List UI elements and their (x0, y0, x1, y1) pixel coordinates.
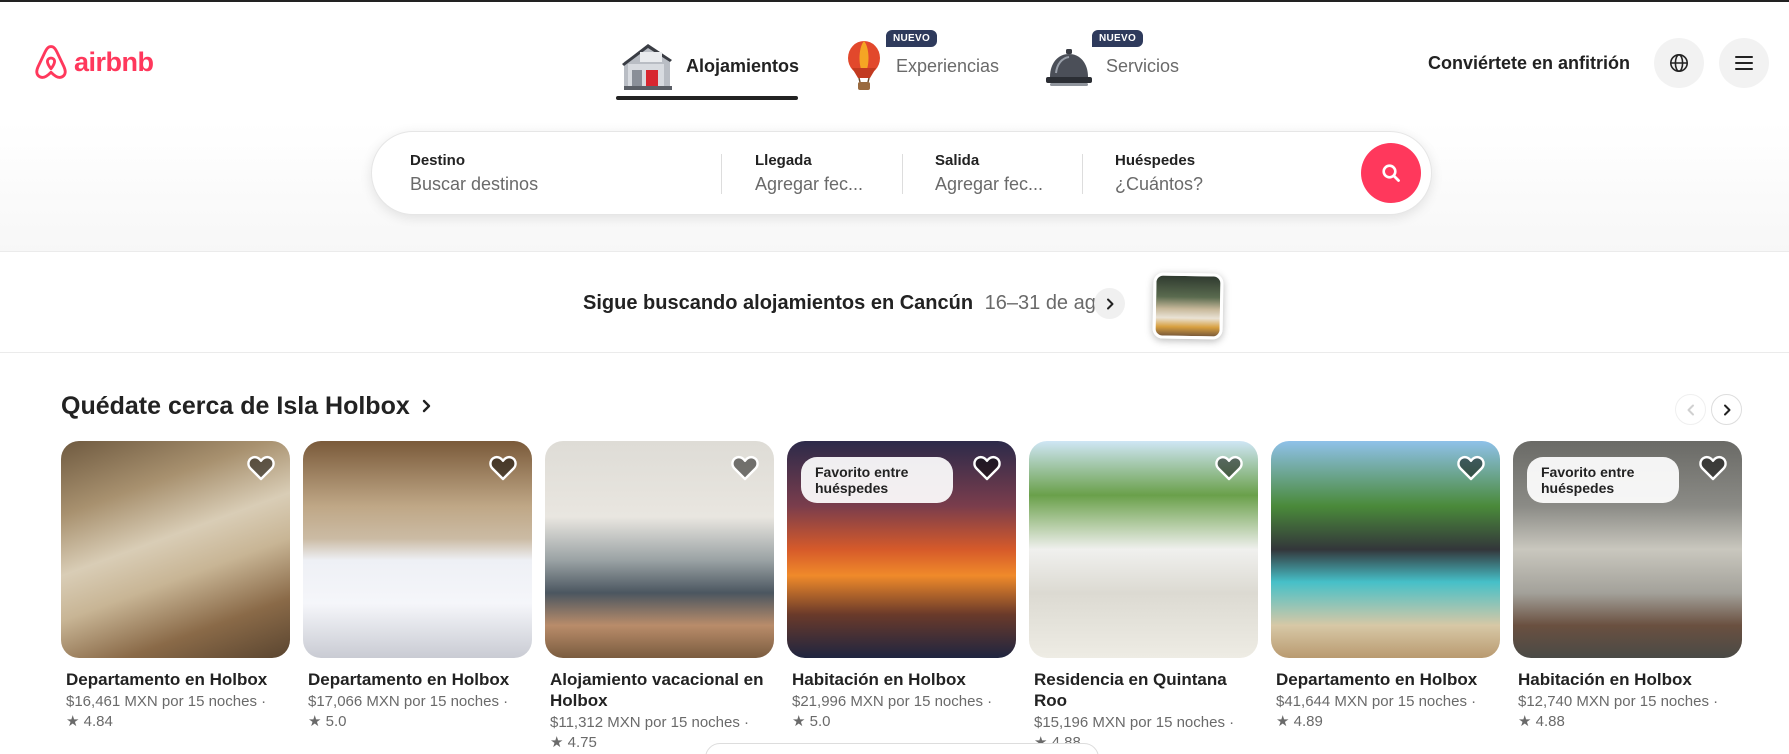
new-badge: NUEVO (884, 28, 940, 49)
tab-experiencias[interactable]: Experiencias NUEVO (844, 28, 1000, 96)
divider (1082, 154, 1083, 194)
chevron-right-icon (1106, 298, 1113, 309)
listing-photo[interactable] (61, 441, 290, 658)
heart-icon[interactable] (1698, 454, 1728, 482)
listing-rating: ★ 5.0 (792, 713, 831, 730)
listing-title: Departamento en Holbox (1276, 670, 1478, 689)
listing-photo[interactable] (1029, 441, 1258, 658)
checkout-input[interactable]: Agregar fec... (935, 174, 1043, 195)
heart-icon[interactable] (1214, 454, 1244, 482)
heart-icon[interactable] (730, 454, 760, 482)
continue-searching-title: Sigue buscando alojamientos en Cancún (583, 292, 974, 314)
listing-price: $17,066 MXN por 15 noches · (308, 693, 509, 710)
tab-servicios[interactable]: Servicios NUEVO (1044, 28, 1180, 96)
chevron-left-icon (1687, 404, 1694, 415)
tab-servicios-label: Servicios (1106, 55, 1180, 76)
continue-searching-dates: 16–31 de ago (984, 292, 1107, 314)
listing-title: Habitación en Holbox (1518, 670, 1692, 689)
checkout-field[interactable]: Salida Agregar fec... (935, 152, 1043, 195)
menu-icon (1735, 56, 1753, 70)
globe-icon (1670, 54, 1688, 72)
guests-label: Huéspedes (1115, 152, 1196, 169)
active-tab-indicator (616, 96, 798, 100)
listing-title: Departamento en Holbox (66, 670, 268, 689)
listing-price: $12,740 MXN por 15 noches · (1518, 693, 1719, 710)
listing-card[interactable]: Alojamiento vacacional en Holbox $11,312… (545, 441, 774, 753)
search-button[interactable] (1361, 143, 1421, 203)
destination-field[interactable]: Destino Buscar destinos (410, 152, 538, 195)
listing-photo[interactable] (303, 441, 532, 658)
search-icon (1382, 164, 1400, 182)
guest-favorite-badge: Favorito entre huéspedes (801, 457, 953, 503)
section-title-link[interactable]: Quédate cerca de Isla Holbox (61, 392, 433, 421)
hot-air-balloon-icon (848, 41, 880, 90)
recent-search-thumbnail[interactable] (1152, 272, 1224, 340)
floating-bottom-pill[interactable] (705, 743, 1099, 754)
header: airbnb Alojamientos Experiencias NUEVO S… (0, 2, 1789, 252)
divider (721, 154, 722, 194)
listing-card[interactable]: Departamento en Holbox $17,066 MXN por 1… (303, 441, 532, 732)
service-bell-icon (1046, 49, 1092, 86)
listing-card[interactable]: Residencia en Quintana Roo $15,196 MXN p… (1029, 441, 1258, 753)
airbnb-logo[interactable]: airbnb (32, 42, 154, 82)
continue-searching-text: Sigue buscando alojamientos en Cancún 16… (583, 292, 1107, 315)
checkout-label: Salida (935, 152, 980, 169)
heart-icon[interactable] (488, 454, 518, 482)
divider (902, 154, 903, 194)
listing-rating: ★ 5.0 (308, 713, 347, 730)
menu-button[interactable] (1719, 38, 1769, 88)
heart-icon[interactable] (972, 454, 1002, 482)
continue-searching-arrow-button[interactable] (1094, 288, 1125, 319)
continue-searching-banner[interactable]: Sigue buscando alojamientos en Cancún 16… (0, 253, 1789, 353)
listing-card[interactable]: Departamento en Holbox $16,461 MXN por 1… (61, 441, 290, 732)
listing-title: Habitación en Holbox (792, 670, 966, 689)
airbnb-logo-icon (35, 45, 67, 79)
guests-input[interactable]: ¿Cuántos? (1115, 174, 1203, 195)
listing-card[interactable]: Favorito entre huéspedes Habitación en H… (1513, 441, 1742, 732)
house-icon (622, 44, 672, 90)
listing-card[interactable]: Departamento en Holbox $41,644 MXN por 1… (1271, 441, 1500, 732)
destination-input[interactable]: Buscar destinos (410, 174, 538, 195)
listing-rating: ★ 4.88 (1518, 713, 1565, 730)
search-bar: Destino Buscar destinos Llegada Agregar … (371, 131, 1432, 215)
listing-title: Alojamiento vacacional en Holbox (550, 670, 764, 710)
listing-title: Residencia en Quintana Roo (1034, 670, 1227, 710)
checkin-label: Llegada (755, 152, 812, 169)
listing-photo[interactable] (1271, 441, 1500, 658)
listing-price: $11,312 MXN por 15 noches · (550, 714, 750, 731)
tab-alojamientos[interactable]: Alojamientos (618, 36, 799, 96)
listing-photo[interactable]: Favorito entre huéspedes (1513, 441, 1742, 658)
language-button[interactable] (1654, 38, 1704, 88)
new-badge: NUEVO (1090, 28, 1146, 49)
destination-label: Destino (410, 152, 466, 169)
listing-rating: ★ 4.84 (66, 713, 113, 730)
chevron-right-icon (1723, 404, 1730, 415)
listing-rating: ★ 4.89 (1276, 713, 1323, 730)
listing-price: $16,461 MXN por 15 noches · (66, 693, 267, 710)
listing-card[interactable]: Favorito entre huéspedes Habitación en H… (787, 441, 1016, 732)
brand-name: airbnb (74, 46, 154, 77)
guests-field[interactable]: Huéspedes ¿Cuántos? (1115, 152, 1203, 195)
guest-favorite-badge: Favorito entre huéspedes (1527, 457, 1679, 503)
listing-photo[interactable] (545, 441, 774, 658)
listing-title: Departamento en Holbox (308, 670, 510, 689)
listing-price: $41,644 MXN por 15 noches · (1276, 693, 1477, 710)
tab-alojamientos-label: Alojamientos (686, 55, 800, 76)
next-page-button[interactable] (1711, 394, 1742, 425)
heart-icon[interactable] (1456, 454, 1486, 482)
checkin-field[interactable]: Llegada Agregar fec... (755, 152, 863, 195)
section-title: Quédate cerca de Isla Holbox (61, 392, 410, 420)
heart-icon[interactable] (246, 454, 276, 482)
listing-photo[interactable]: Favorito entre huéspedes (787, 441, 1016, 658)
chevron-right-icon (422, 399, 430, 413)
checkin-input[interactable]: Agregar fec... (755, 174, 863, 195)
listing-price: $15,196 MXN por 15 noches · (1034, 714, 1235, 731)
tab-experiencias-label: Experiencias (896, 55, 1000, 76)
listing-price: $21,996 MXN por 15 noches · (792, 693, 993, 710)
become-host-link[interactable]: Conviértete en anfitrión (1428, 53, 1630, 74)
previous-page-button[interactable] (1675, 394, 1706, 425)
